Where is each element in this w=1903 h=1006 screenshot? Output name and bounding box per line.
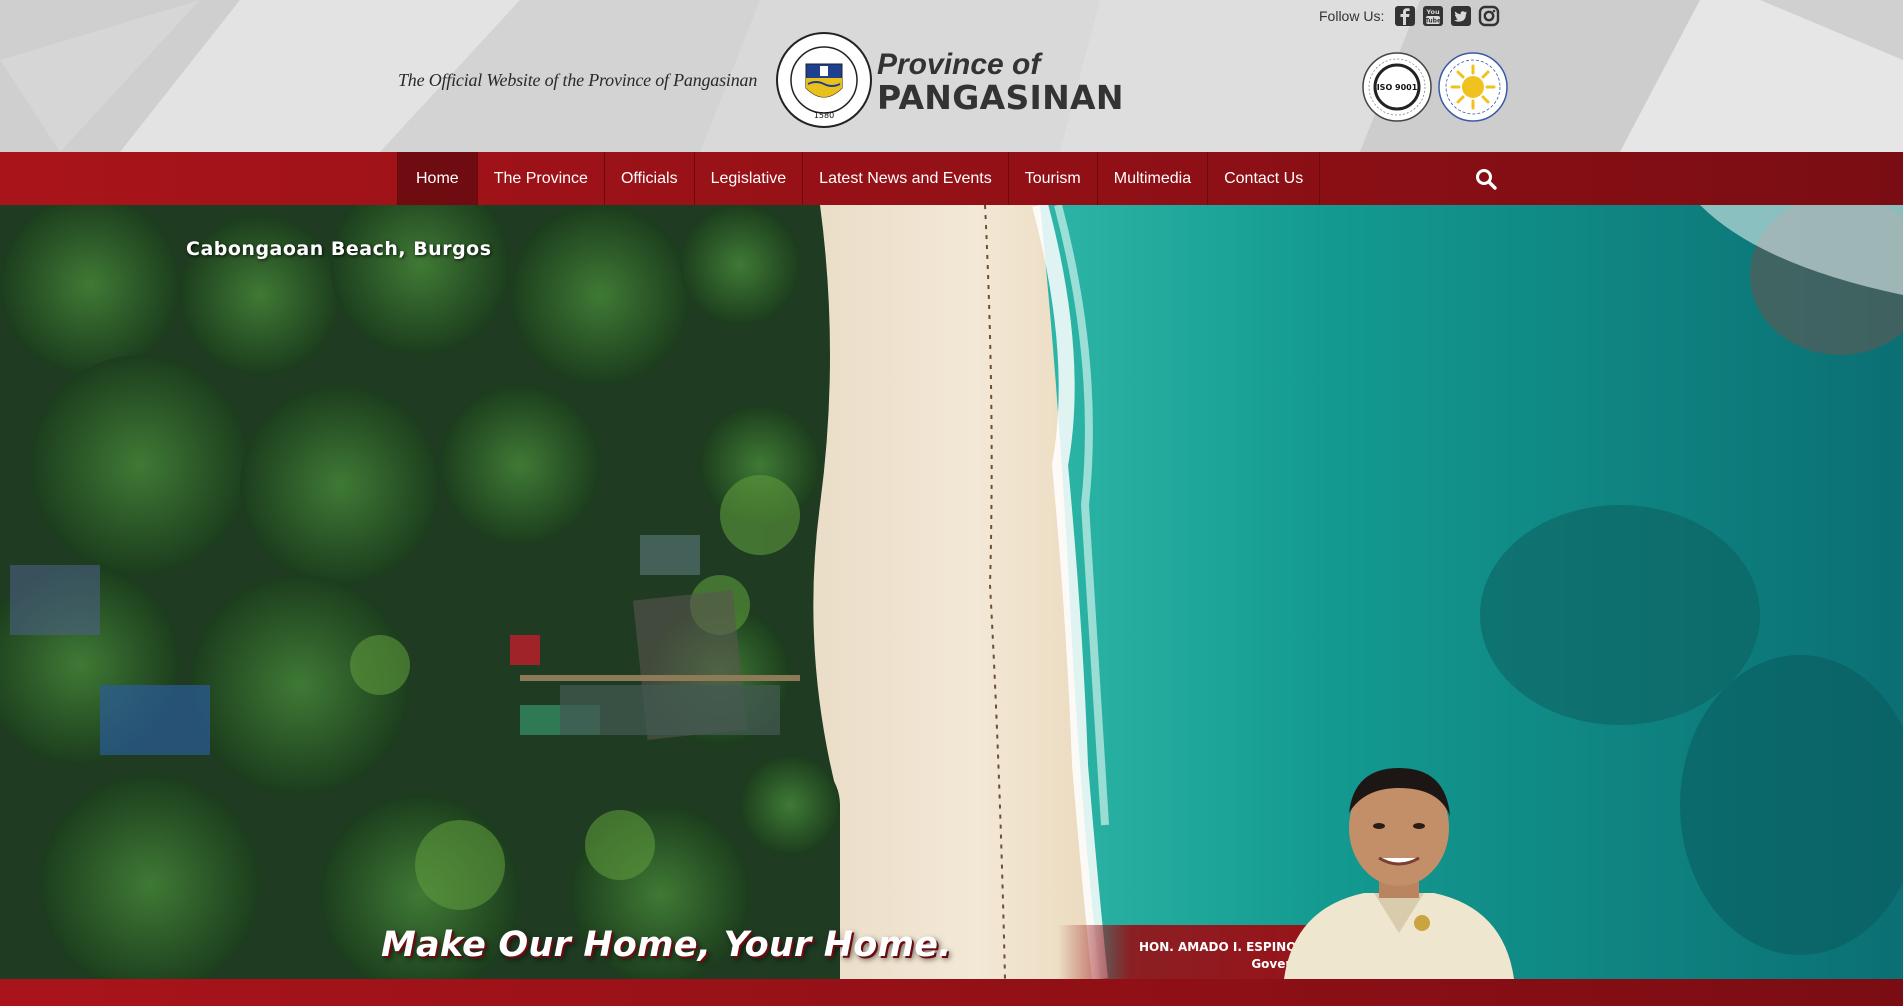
governor-portrait	[1284, 768, 1514, 979]
facebook-icon[interactable]	[1394, 5, 1416, 27]
brand-line-top: Province of	[877, 48, 1041, 81]
iso-9001-badge[interactable]: ISO 9001	[1362, 52, 1432, 122]
brand-line-bottom: PANGASINAN	[877, 78, 1124, 117]
nav-item-tourism[interactable]: Tourism	[1009, 152, 1098, 205]
svg-text:Tube: Tube	[1425, 18, 1441, 25]
youtube-icon[interactable]: You Tube	[1422, 5, 1444, 27]
instagram-icon[interactable]	[1478, 5, 1500, 27]
main-navigation: Home The Province Officials Legislative …	[0, 152, 1903, 205]
province-seal-logo[interactable]: 1580	[776, 32, 872, 128]
nav-item-legislative[interactable]: Legislative	[695, 152, 804, 205]
follow-us-bar: Follow Us: You Tube	[1319, 5, 1500, 27]
nav-item-officials[interactable]: Officials	[605, 152, 695, 205]
site-header: The Official Website of the Province of …	[0, 0, 1903, 152]
nav-item-the-province[interactable]: The Province	[478, 152, 605, 205]
site-brand[interactable]: Province of PANGASINAN	[877, 50, 1124, 116]
nav-menu: Home The Province Officials Legislative …	[397, 152, 1321, 205]
transparency-seal-badge[interactable]	[1438, 52, 1508, 122]
search-icon[interactable]	[1474, 167, 1498, 191]
nav-item-multimedia[interactable]: Multimedia	[1098, 152, 1209, 205]
svg-text:You: You	[1426, 8, 1441, 16]
nav-item-contact-us[interactable]: Contact Us	[1208, 152, 1321, 205]
beach-aerial-image	[0, 205, 1903, 979]
nav-item-home[interactable]: Home	[397, 152, 478, 205]
svg-text:ISO 9001: ISO 9001	[1377, 83, 1418, 92]
svg-text:1580: 1580	[814, 111, 834, 120]
site-tagline: The Official Website of the Province of …	[398, 70, 758, 90]
province-slogan: Make Our Home, Your Home.	[381, 925, 952, 965]
hero-banner: Cabongaoan Beach, Burgos Make Our Home, …	[0, 205, 1903, 979]
bottom-red-bar	[0, 979, 1903, 1006]
slide-caption: Cabongaoan Beach, Burgos	[186, 238, 492, 260]
twitter-icon[interactable]	[1450, 5, 1472, 27]
nav-item-latest-news[interactable]: Latest News and Events	[803, 152, 1009, 205]
follow-us-label: Follow Us:	[1319, 8, 1385, 24]
